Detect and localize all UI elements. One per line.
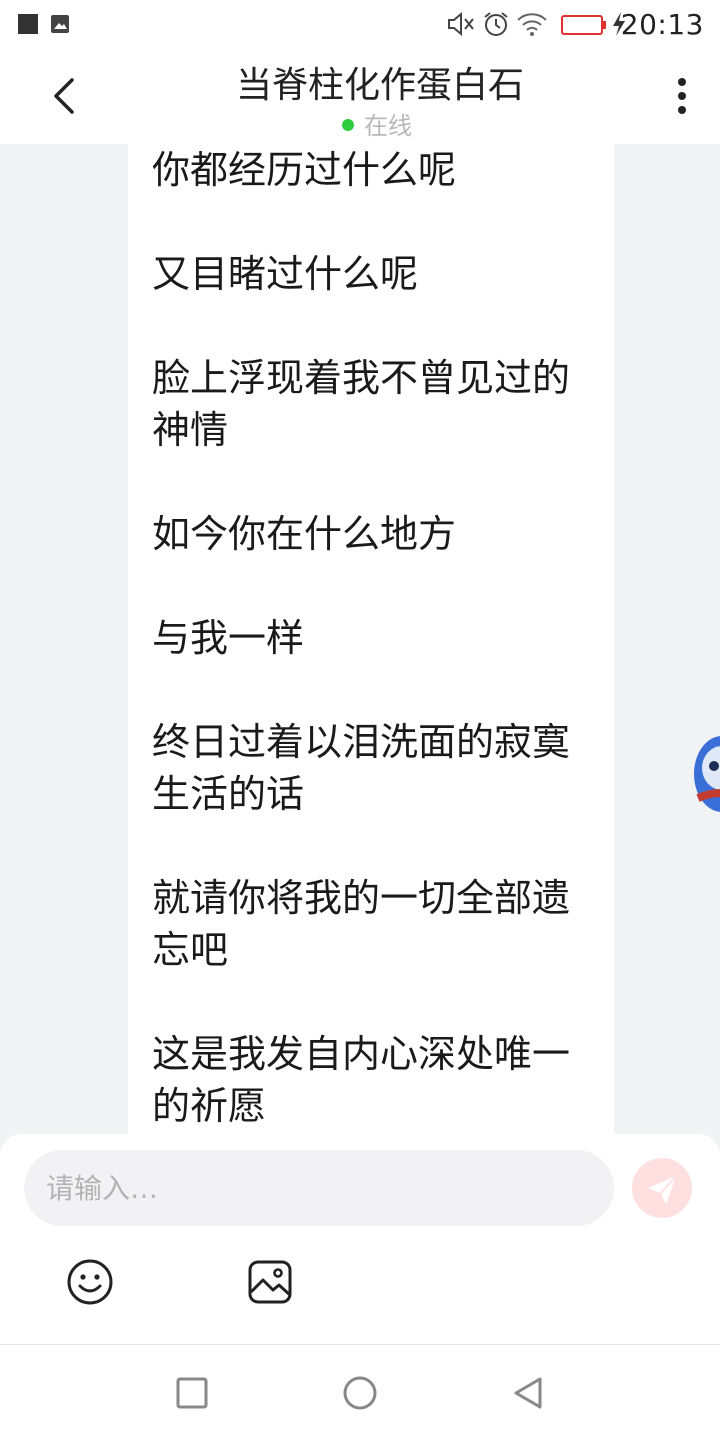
composer-panel <box>0 1134 720 1344</box>
message-input[interactable] <box>24 1150 614 1226</box>
home-icon[interactable] <box>340 1373 380 1413</box>
message-paragraph: 如今你在什么地方 <box>152 512 457 556</box>
chat-title: 当脊柱化作蛋白石 <box>235 65 524 106</box>
send-icon <box>648 1175 677 1204</box>
message-paragraph: 这是我发自内心深处唯一的祈愿 <box>152 1032 571 1128</box>
recent-apps-icon[interactable] <box>172 1373 212 1413</box>
back-icon[interactable] <box>508 1373 548 1413</box>
emoji-icon[interactable] <box>66 1258 114 1306</box>
message-paragraph: 你都经历过什么呢 <box>152 148 457 192</box>
image-icon[interactable] <box>246 1258 294 1306</box>
mute-icon <box>448 11 474 37</box>
more-options-icon[interactable] <box>670 74 694 118</box>
message-paragraph: 又目睹过什么呢 <box>152 252 419 296</box>
battery-low-icon <box>561 15 606 35</box>
status-time: 20:13 <box>620 8 704 41</box>
online-status-label: 在线 <box>364 112 412 140</box>
chat-header: 当脊柱化作蛋白石 在线 <box>0 48 720 144</box>
image-notification-icon <box>51 15 69 33</box>
online-status: 在线 <box>342 106 412 141</box>
floating-assistant-icon[interactable] <box>692 732 720 816</box>
system-nav-bar <box>0 1344 720 1440</box>
message-paragraph: 就请你将我的一切全部遗忘吧 <box>152 876 571 972</box>
message-paragraph: 与我一样 <box>152 616 305 660</box>
alarm-icon <box>484 12 508 36</box>
notification-square-icon <box>18 14 38 34</box>
online-dot-icon <box>342 119 354 131</box>
wifi-icon <box>517 13 547 36</box>
status-bar: 20:13 <box>0 0 720 48</box>
chat-area[interactable]: 你都经历过什么呢 又目睹过什么呢 脸上浮现着我不曾见过的神情 如今你在什么地方 … <box>0 144 720 1134</box>
message-paragraph: 终日过着以泪洗面的寂寞生活的话 <box>152 720 571 816</box>
send-button[interactable] <box>632 1158 692 1218</box>
message-paragraph: 脸上浮现着我不曾见过的神情 <box>152 356 571 452</box>
message-bubble[interactable]: 你都经历过什么呢 又目睹过什么呢 脸上浮现着我不曾见过的神情 如今你在什么地方 … <box>128 144 614 1134</box>
